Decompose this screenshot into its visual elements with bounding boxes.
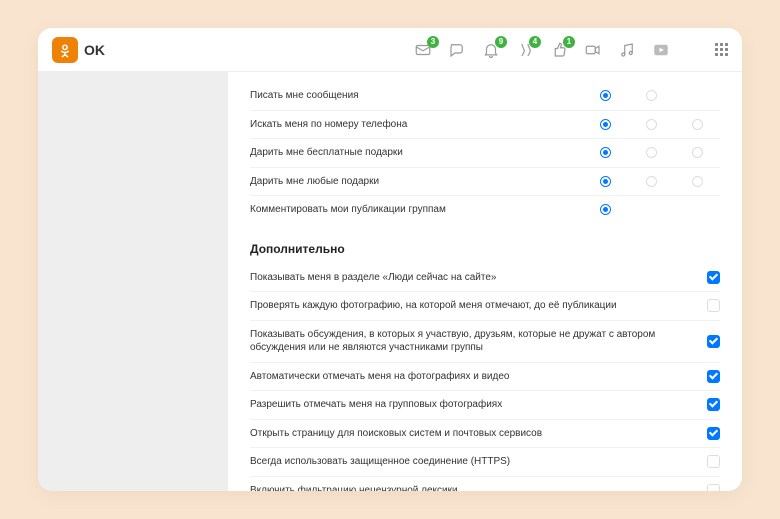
mail-badge: 3	[427, 36, 439, 48]
video-icon[interactable]	[651, 40, 671, 60]
radio-option[interactable]	[646, 176, 657, 187]
extra-row: Открыть страницу для поисковых систем и …	[250, 420, 720, 449]
extra-row-label: Показывать обсуждения, в которых я участ…	[250, 328, 701, 355]
extra-row: Всегда использовать защищенное соединени…	[250, 448, 720, 477]
radio-option[interactable]	[600, 119, 611, 130]
radio-option[interactable]	[600, 204, 611, 215]
radio-option[interactable]	[646, 119, 657, 130]
logo-mark-icon	[52, 37, 78, 63]
privacy-row-label: Дарить мне бесплатные подарки	[250, 146, 576, 160]
checkbox[interactable]	[707, 370, 720, 383]
extra-row: Включить фильтрацию нецензурной лексики	[250, 477, 720, 492]
radio-option[interactable]	[600, 176, 611, 187]
radio-group	[582, 119, 720, 130]
radio-group	[582, 147, 720, 158]
music-icon[interactable]	[617, 40, 637, 60]
privacy-row-label: Писать мне сообщения	[250, 89, 576, 103]
radio-group	[582, 204, 720, 215]
radio-option[interactable]	[600, 147, 611, 158]
settings-content: Писать мне сообщения Искать меня по номер…	[228, 72, 742, 491]
extra-row: Проверять каждую фотографию, на которой …	[250, 292, 720, 321]
extra-row-label: Автоматически отмечать меня на фотографи…	[250, 370, 701, 384]
bell-badge: 9	[495, 36, 507, 48]
radio-option[interactable]	[646, 90, 657, 101]
privacy-row: Комментировать мои публикации группам	[250, 196, 720, 224]
radio-group	[582, 176, 720, 187]
radio-option[interactable]	[646, 147, 657, 158]
checkbox[interactable]	[707, 484, 720, 491]
radio-option[interactable]	[600, 90, 611, 101]
privacy-row-label: Искать меня по номеру телефона	[250, 118, 576, 132]
body: Писать мне сообщения Искать меня по номер…	[38, 72, 742, 491]
radio-option[interactable]	[692, 119, 703, 130]
discussions-icon[interactable]	[447, 40, 467, 60]
privacy-list: Писать мне сообщения Искать меня по номер…	[250, 82, 720, 224]
extra-row-label: Всегда использовать защищенное соединени…	[250, 455, 701, 469]
feed-icon[interactable]: 4	[515, 40, 535, 60]
extra-row: Автоматически отмечать меня на фотографи…	[250, 363, 720, 392]
radio-group	[582, 90, 720, 101]
extra-row: Показывать меня в разделе «Люди сейчас н…	[250, 264, 720, 293]
extra-row: Показывать обсуждения, в которых я участ…	[250, 321, 720, 363]
checkbox[interactable]	[707, 398, 720, 411]
checkbox[interactable]	[707, 455, 720, 468]
top-nav: 3 9 4 1	[413, 40, 728, 60]
extra-row-label: Открыть страницу для поисковых систем и …	[250, 427, 701, 441]
header: OK 3 9 4 1	[38, 28, 742, 72]
privacy-row: Искать меня по номеру телефона	[250, 111, 720, 140]
extra-row: Разрешить отмечать меня на групповых фот…	[250, 391, 720, 420]
mail-icon[interactable]: 3	[413, 40, 433, 60]
sidebar	[38, 72, 228, 491]
like-badge: 1	[563, 36, 575, 48]
app-window: OK 3 9 4 1	[38, 28, 742, 491]
section-extra-title: Дополнительно	[250, 242, 720, 256]
feed-badge: 4	[529, 36, 541, 48]
privacy-row-label: Дарить мне любые подарки	[250, 175, 576, 189]
checkbox[interactable]	[707, 271, 720, 284]
logo[interactable]: OK	[52, 37, 105, 63]
checkbox[interactable]	[707, 427, 720, 440]
video-call-icon[interactable]	[583, 40, 603, 60]
extra-row-label: Проверять каждую фотографию, на которой …	[250, 299, 701, 313]
privacy-row: Писать мне сообщения	[250, 82, 720, 111]
apps-grid-icon[interactable]	[715, 43, 728, 56]
radio-option[interactable]	[692, 176, 703, 187]
extra-row-label: Разрешить отмечать меня на групповых фот…	[250, 398, 701, 412]
privacy-row: Дарить мне любые подарки	[250, 168, 720, 197]
checkbox[interactable]	[707, 335, 720, 348]
privacy-row: Дарить мне бесплатные подарки	[250, 139, 720, 168]
extra-row-label: Показывать меня в разделе «Люди сейчас н…	[250, 271, 701, 285]
extra-list: Показывать меня в разделе «Люди сейчас н…	[250, 264, 720, 492]
extra-row-label: Включить фильтрацию нецензурной лексики	[250, 484, 701, 492]
bell-icon[interactable]: 9	[481, 40, 501, 60]
checkbox[interactable]	[707, 299, 720, 312]
like-icon[interactable]: 1	[549, 40, 569, 60]
logo-text: OK	[84, 42, 105, 58]
radio-option[interactable]	[692, 147, 703, 158]
privacy-row-label: Комментировать мои публикации группам	[250, 203, 576, 217]
